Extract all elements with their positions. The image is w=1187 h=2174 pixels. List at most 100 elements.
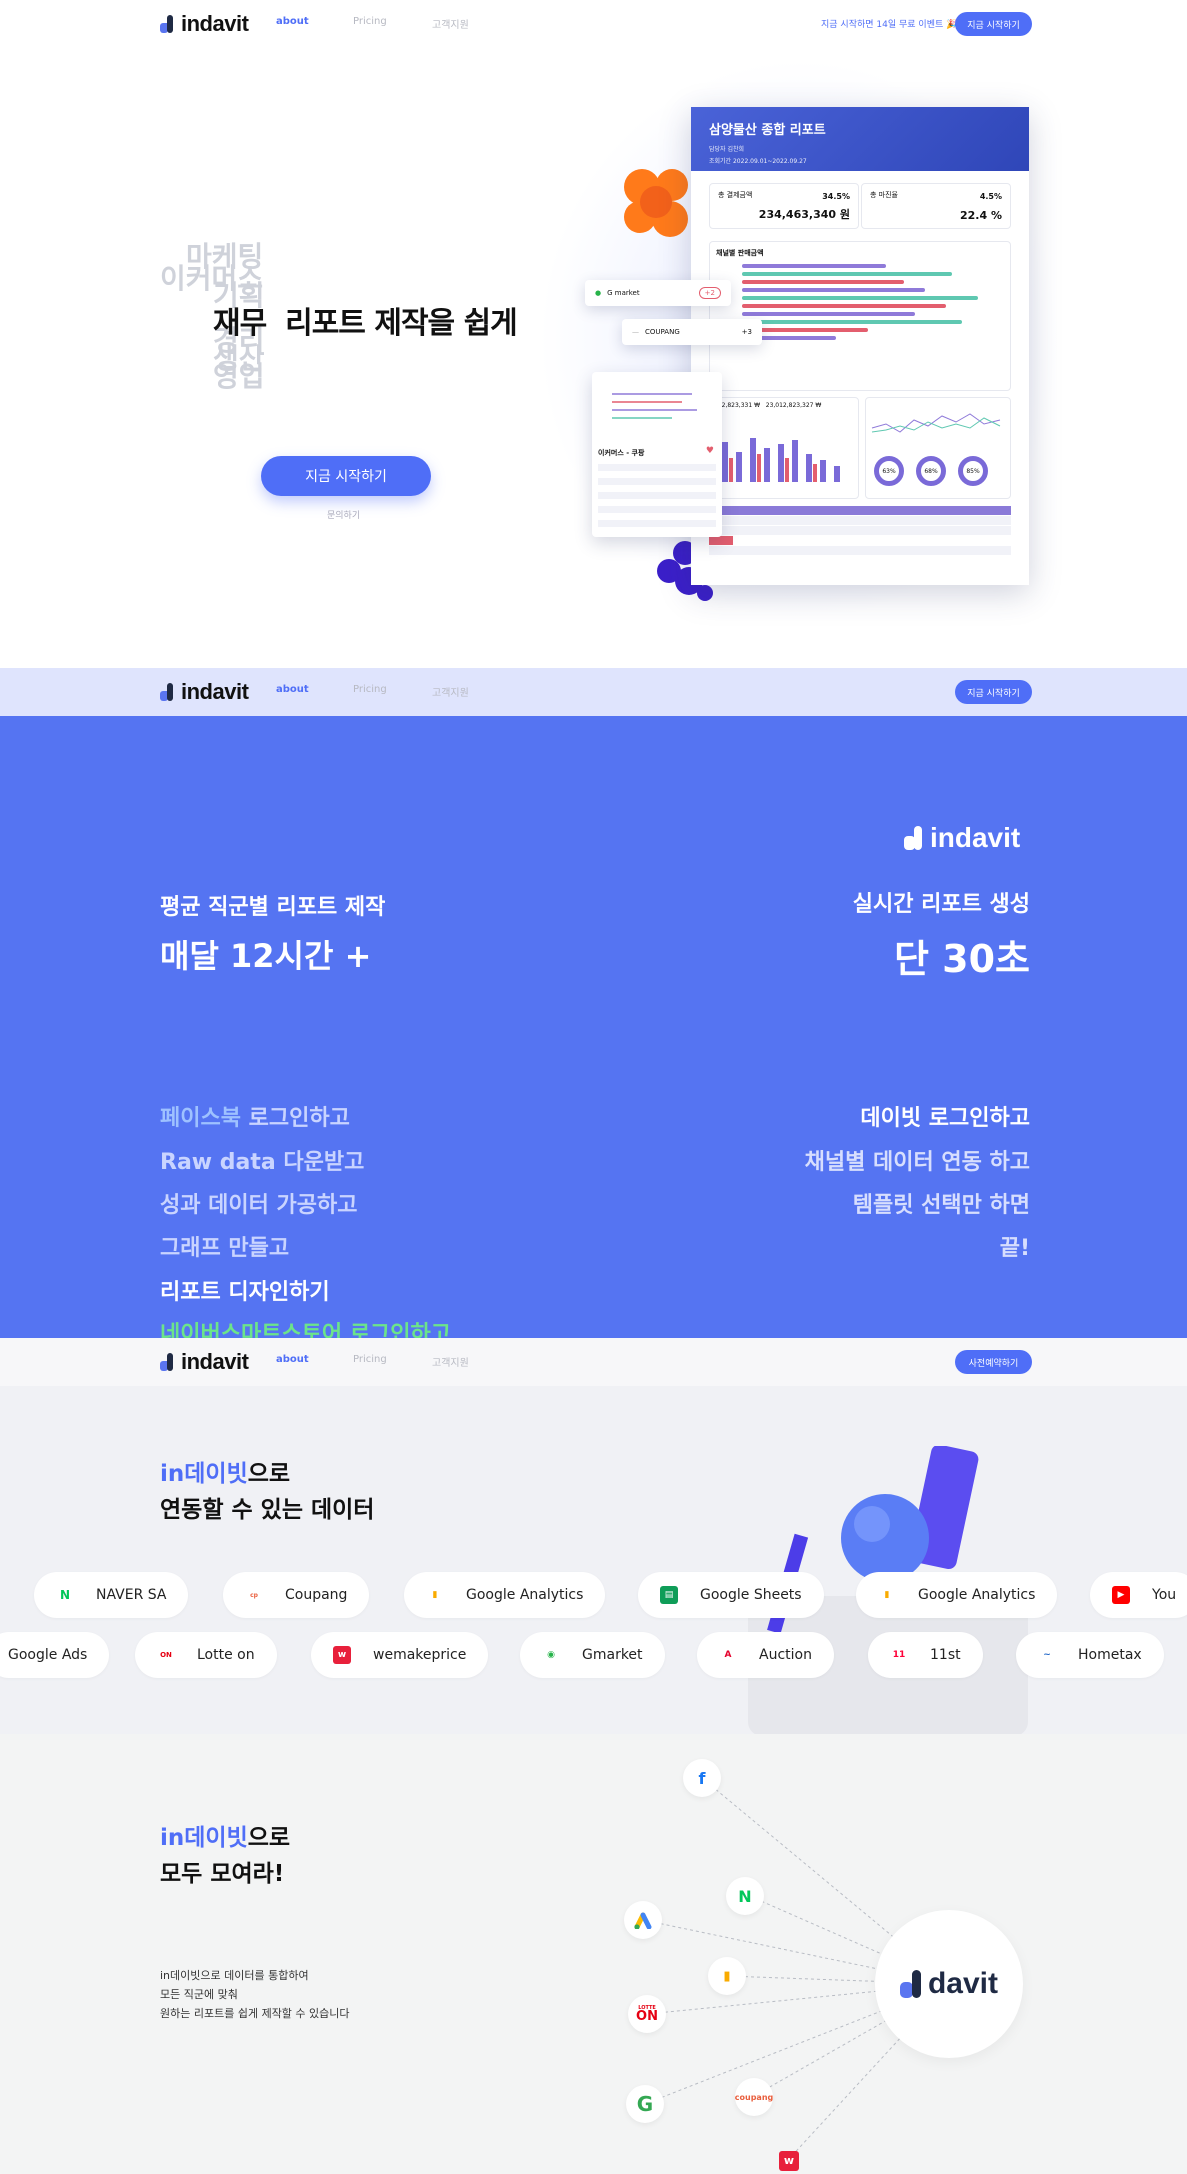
report-preview-card: 삼양물산 종합 리포트 담당자 김찬희 조회기간 2022.09.01~2022… xyxy=(691,107,1029,585)
coupang-icon: cp xyxy=(245,1586,263,1604)
float-card-badge: +3 xyxy=(741,328,752,336)
coupang-icon: coupang xyxy=(735,2078,773,2116)
kpi-label: 총 마진율 xyxy=(870,191,898,199)
chip-google-analytics[interactable]: ▮ Google Analytics xyxy=(404,1572,606,1618)
report-meta-1: 담당자 김찬희 xyxy=(709,146,745,153)
chip-label: NAVER SA xyxy=(96,1587,167,1603)
kpi-card-payment: 총 결제금액 34.5% 234,463,340 원 xyxy=(709,183,859,229)
nav-preorder-button[interactable]: 사전예약하기 xyxy=(955,1350,1032,1374)
left-big-heading: 매달 12시간 + xyxy=(160,937,372,975)
float-card-label: G market xyxy=(607,289,640,297)
report-header: 삼양물산 종합 리포트 담당자 김찬희 조회기간 2022.09.01~2022… xyxy=(691,107,1029,171)
chip-lotte-on[interactable]: ON Lotte on xyxy=(135,1632,277,1678)
google-sheets-icon: ▤ xyxy=(660,1586,678,1604)
hero-cta-button[interactable]: 지금 시작하기 xyxy=(261,456,431,496)
hero-title: 재무 리포트 제작을 쉽게 xyxy=(213,298,518,342)
google-analytics-icon: ▮ xyxy=(708,1957,746,1995)
float-card-badge: +2 xyxy=(698,287,721,299)
float-card-label: COUPANG xyxy=(645,328,680,336)
nav-link-about[interactable]: about xyxy=(276,16,309,27)
chip-youtube[interactable]: ▶ You xyxy=(1090,1572,1187,1618)
nav-link-support[interactable]: 고객지원 xyxy=(432,16,469,31)
hero-sub-link[interactable]: 문의하기 xyxy=(327,508,360,521)
integrations-title: in데이빗으로 연동할 수 있는 데이터 xyxy=(160,1456,374,1528)
float-card-coupang: — COUPANG +3 xyxy=(622,319,762,345)
report-meta-2: 조회기간 2022.09.01~2022.09.27 xyxy=(709,158,807,165)
hero-title-word: 재무 xyxy=(213,306,267,341)
top-nav: indavit about Pricing 고객지원 지금 시작하면 14일 무… xyxy=(0,0,1187,48)
wemakeprice-icon: w xyxy=(770,2142,808,2174)
nav-link-support[interactable]: 고객지원 xyxy=(432,1354,469,1369)
chip-label: Google Sheets xyxy=(700,1587,802,1603)
logo-mark-icon xyxy=(899,1970,921,1998)
chip-wemakeprice[interactable]: w wemakeprice xyxy=(311,1632,489,1678)
heart-icon[interactable]: ♥ xyxy=(706,446,714,456)
lotte-on-label: ON xyxy=(636,2009,658,2024)
coupang-dot-icon: — xyxy=(632,328,639,336)
chip-label: Hometax xyxy=(1078,1647,1142,1663)
sticky-nav-3: indavit about Pricing 고객지원 사전예약하기 xyxy=(0,1338,1187,1386)
brand-name: indavit xyxy=(181,1349,249,1374)
channel-bar-chart: 채널별 판매금액 xyxy=(709,241,1011,391)
right-step-3: 템플릿 선택만 하면 xyxy=(852,1193,1030,1218)
brand-logo[interactable]: indavit xyxy=(160,11,249,37)
kpi-card-margin: 총 마진율 4.5% 22.4 % xyxy=(861,183,1011,229)
sales-column-chart: 612,823,331 ₩ 23,012,823,327 ₩ xyxy=(709,397,859,499)
chip-google-ads[interactable]: Google Ads xyxy=(0,1632,110,1678)
gauge-2: 68% xyxy=(916,456,946,486)
chip-auction[interactable]: A Auction xyxy=(697,1632,834,1678)
nav-start-button[interactable]: 지금 시작하기 xyxy=(955,680,1032,704)
chip-gmarket[interactable]: ◉ Gmarket xyxy=(520,1632,665,1678)
title-line2: 연동할 수 있는 데이터 xyxy=(160,1497,375,1523)
chip-label: Google Analytics xyxy=(918,1587,1036,1603)
kpi-pct: 34.5% xyxy=(822,192,850,201)
brand-name: indavit xyxy=(181,679,249,704)
chip-11st[interactable]: 11 11st xyxy=(868,1632,983,1678)
right-step-1: 데이빗 로그인하고 xyxy=(860,1106,1030,1131)
left-step-accent: 페이스북 xyxy=(160,1106,241,1131)
title-accent: in데이빗 xyxy=(160,1461,248,1487)
left-small-heading: 평균 직군별 리포트 제작 xyxy=(160,895,386,920)
brand-logo[interactable]: indavit xyxy=(160,1349,249,1375)
gauge-panel: 63% 68% 85% xyxy=(865,397,1011,499)
comparison-section: indavit about Pricing 고객지원 지금 시작하기 indav… xyxy=(0,668,1187,1338)
nav-start-button[interactable]: 지금 시작하기 xyxy=(955,12,1032,36)
gauge-1: 63% xyxy=(874,456,904,486)
davit-hub: davit xyxy=(875,1910,1023,2058)
blue-brand-name: indavit xyxy=(930,822,1021,853)
left-step-5: 리포트 디자인하기 xyxy=(160,1280,330,1305)
brand-logo[interactable]: indavit xyxy=(160,679,249,705)
bar-chart-title: 채널별 판매금액 xyxy=(716,249,764,257)
lotte-on-icon: LOTTE ON xyxy=(628,1995,666,2033)
blue-brand-logo: indavit xyxy=(904,822,1020,854)
left-step-4: 그래프 만들고 xyxy=(160,1236,290,1261)
youtube-icon: ▶ xyxy=(1112,1586,1130,1604)
promo-text[interactable]: 지금 시작하면 14일 무료 이벤트 🎉 xyxy=(821,17,957,30)
nav-link-about[interactable]: about xyxy=(276,684,309,695)
logo-mark-icon xyxy=(160,15,176,33)
nav-link-about[interactable]: about xyxy=(276,1354,309,1365)
report-title: 삼양물산 종합 리포트 xyxy=(709,123,826,138)
coupang-label: coupang xyxy=(734,2092,774,2102)
chip-label: Auction xyxy=(759,1647,812,1663)
chip-coupang[interactable]: cp Coupang xyxy=(223,1572,370,1618)
kpi-value: 234,463,340 원 xyxy=(758,208,850,221)
chip-naver-sa[interactable]: N NAVER SA xyxy=(34,1572,189,1618)
float-card-gmarket: ● G market +2 xyxy=(585,280,731,306)
gmarket-dot-icon: ● xyxy=(595,289,602,297)
hero-title-suffix: 리포트 제작을 쉽게 xyxy=(285,306,518,341)
left-step-2: Raw data 다운받고 xyxy=(160,1150,365,1175)
nav-link-support[interactable]: 고객지원 xyxy=(432,684,469,699)
logo-mark-icon xyxy=(904,826,922,850)
kpi-pct: 4.5% xyxy=(979,192,1002,201)
nav-link-pricing[interactable]: Pricing xyxy=(353,16,387,27)
chip-label: 11st xyxy=(930,1647,961,1663)
chip-hometax[interactable]: ~ Hometax xyxy=(1016,1632,1164,1678)
nav-link-pricing[interactable]: Pricing xyxy=(353,684,387,695)
naver-icon: N xyxy=(56,1586,74,1604)
nav-link-pricing[interactable]: Pricing xyxy=(353,1354,387,1365)
wemakeprice-icon: w xyxy=(333,1646,351,1664)
chip-google-sheets[interactable]: ▤ Google Sheets xyxy=(638,1572,824,1618)
chip-google-analytics-2[interactable]: ▮ Google Analytics xyxy=(856,1572,1058,1618)
chip-label: Lotte on xyxy=(197,1647,255,1663)
